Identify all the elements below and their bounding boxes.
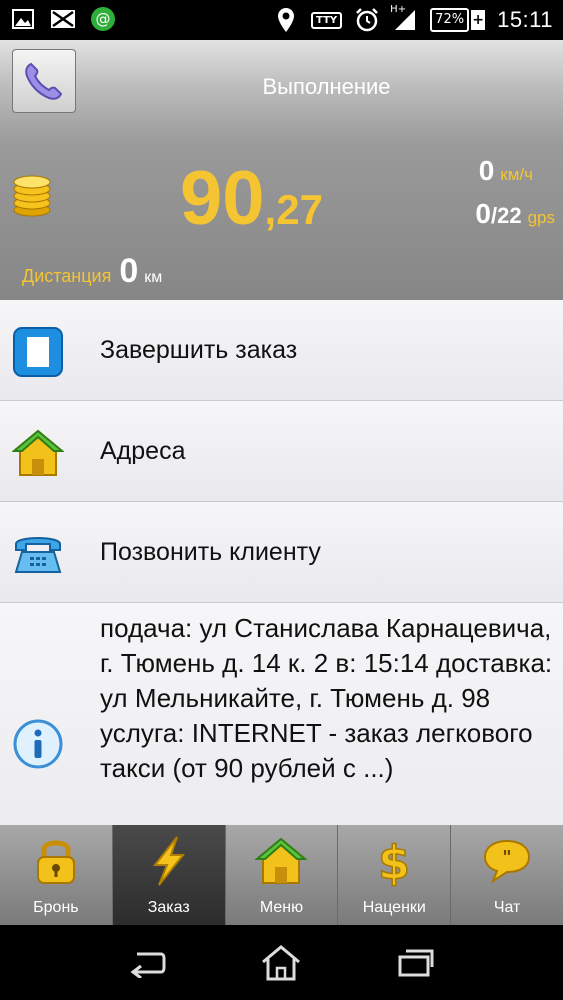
lock-icon bbox=[36, 840, 75, 884]
lightning-icon bbox=[152, 836, 185, 886]
fare-header: Выполнение 90,27 0 км/ч 0/22 gps Дистанция… bbox=[0, 40, 563, 300]
gallery-icon bbox=[10, 6, 36, 32]
telephone-icon bbox=[14, 537, 62, 573]
distance-value: 0 bbox=[119, 252, 139, 290]
gps-value: 0 bbox=[475, 198, 491, 229]
home-icon bbox=[262, 944, 301, 980]
back-button[interactable] bbox=[122, 938, 172, 988]
list-item-label: Адреса bbox=[100, 437, 186, 465]
chat-bubble-icon: " bbox=[484, 839, 531, 884]
bottom-tab-bar: Бронь Заказ Меню $ Наценки " Чат bbox=[0, 825, 563, 925]
order-details-text: подача: ул Станислава Карнацевича, г. Тю… bbox=[100, 613, 553, 783]
finish-order-icon bbox=[13, 327, 63, 377]
back-icon bbox=[130, 952, 166, 978]
recent-apps-button[interactable] bbox=[391, 938, 441, 988]
status-bar: @ TTY H+ 72% + 15:11 bbox=[0, 0, 563, 40]
tab-reservation[interactable]: Бронь bbox=[0, 825, 113, 925]
network-type-label: H+ bbox=[390, 4, 407, 15]
at-email-icon: @ bbox=[90, 6, 116, 32]
fare-cents: ,27 bbox=[264, 186, 323, 233]
list-item-call-client[interactable]: Позвонить клиенту bbox=[0, 502, 563, 603]
list-item-label: Позвонить клиенту bbox=[100, 538, 321, 566]
house-icon bbox=[12, 429, 64, 476]
system-nav-bar bbox=[0, 925, 563, 1000]
gps-readout: 0/22 gps bbox=[475, 198, 555, 230]
tty-badge: TTY bbox=[311, 11, 343, 29]
svg-text:@: @ bbox=[96, 10, 111, 28]
tab-label: Бронь bbox=[33, 899, 79, 916]
speed-unit: км/ч bbox=[500, 165, 533, 184]
fare-amount: 90,27 bbox=[180, 155, 323, 242]
distance-readout: Дистанция 0 км bbox=[22, 252, 162, 291]
tab-surcharges[interactable]: $ Наценки bbox=[338, 825, 452, 925]
order-action-list: Завершить заказ Адреса Позвонить клиенту… bbox=[0, 300, 563, 825]
speed-value: 0 bbox=[478, 155, 495, 186]
tab-label: Меню bbox=[259, 899, 304, 916]
tab-label: Заказ bbox=[147, 899, 190, 916]
tab-chat[interactable]: " Чат bbox=[451, 825, 563, 925]
missed-notification-icon bbox=[50, 6, 76, 32]
location-icon bbox=[273, 7, 299, 33]
info-icon bbox=[13, 719, 63, 769]
status-clock: 15:11 bbox=[497, 7, 553, 32]
list-item-order-info[interactable]: подача: ул Станислава Карнацевича, г. Тю… bbox=[0, 603, 563, 825]
tab-label: Чат bbox=[493, 899, 521, 916]
fare-main: 90 bbox=[180, 156, 265, 241]
svg-text:": " bbox=[502, 847, 511, 868]
recent-apps-icon bbox=[398, 949, 434, 976]
tab-label: Наценки bbox=[362, 899, 426, 916]
alarm-clock-icon bbox=[354, 7, 380, 33]
charging-icon: + bbox=[471, 10, 486, 30]
battery-level: 72% bbox=[430, 8, 470, 32]
svg-text:$: $ bbox=[378, 836, 410, 887]
distance-unit: км bbox=[144, 269, 163, 286]
house-icon bbox=[255, 837, 308, 884]
list-item-label: Завершить заказ bbox=[100, 336, 298, 364]
list-item-addresses[interactable]: Адреса bbox=[0, 401, 563, 502]
gps-unit: gps bbox=[527, 208, 555, 227]
list-item-finish-order[interactable]: Завершить заказ bbox=[0, 300, 563, 401]
signal-icon: H+ bbox=[390, 4, 418, 33]
dollar-icon: $ bbox=[378, 835, 412, 887]
page-title: Выполнение bbox=[262, 74, 391, 99]
speed-readout: 0 км/ч bbox=[479, 155, 533, 187]
tab-menu[interactable]: Меню bbox=[226, 825, 339, 925]
battery-indicator: 72% + bbox=[430, 8, 486, 32]
coins-icon bbox=[10, 170, 60, 218]
home-button[interactable] bbox=[256, 938, 306, 988]
distance-label: Дистанция bbox=[22, 266, 112, 286]
gps-total: /22 bbox=[490, 203, 522, 228]
tab-order[interactable]: Заказ bbox=[112, 825, 226, 925]
